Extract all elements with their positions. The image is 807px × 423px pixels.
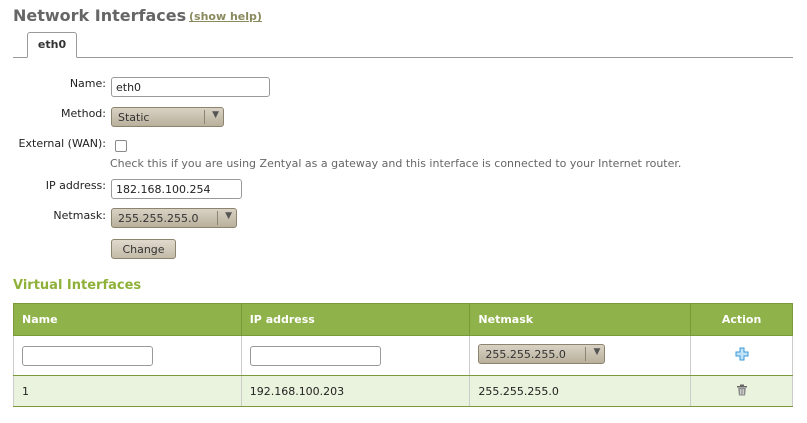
select-divider	[585, 347, 587, 361]
column-header-netmask: Netmask	[469, 303, 692, 336]
page-title: Network Interfaces	[13, 6, 187, 25]
row-ip-address-cell: 192.168.100.203	[240, 375, 471, 407]
column-header-action: Action	[690, 303, 793, 336]
add-icon[interactable]	[735, 347, 749, 364]
add-row-netmask-cell: 255.255.255.0 ▼	[469, 335, 692, 376]
netmask-selected-value: 255.255.255.0	[118, 212, 199, 225]
virtual-interfaces-title: Virtual Interfaces	[13, 278, 142, 293]
column-header-ip-address: IP address	[240, 303, 471, 336]
select-divider	[217, 211, 218, 225]
new-ip-address-field[interactable]	[249, 345, 381, 366]
method-select[interactable]: Static ▼	[111, 107, 224, 127]
show-help-link[interactable]: (show help)	[189, 10, 262, 23]
add-row: 255.255.255.0 ▼	[13, 335, 793, 376]
table-header-row: Name IP address Netmask Action	[13, 303, 793, 336]
add-row-name-cell	[13, 335, 242, 376]
external-wan-checkbox[interactable]	[115, 140, 127, 152]
method-label: Method:	[61, 107, 106, 120]
external-wan-hint: Check this if you are using Zentyal as a…	[110, 157, 682, 170]
row-name-cell: 1	[13, 375, 242, 407]
table-row: 1 192.168.100.203 255.255.255.0	[13, 375, 793, 407]
ip-address-field[interactable]	[111, 179, 242, 199]
tab-divider	[13, 57, 793, 58]
add-row-action-cell	[690, 335, 793, 376]
netmask-label: Netmask:	[53, 209, 106, 222]
name-field[interactable]	[111, 77, 270, 97]
select-divider	[204, 110, 205, 124]
trash-icon[interactable]	[736, 384, 748, 399]
chevron-down-icon: ▼	[225, 211, 232, 221]
change-button[interactable]: Change	[111, 239, 176, 259]
column-header-name: Name	[13, 303, 242, 336]
external-wan-label: External (WAN):	[18, 137, 106, 150]
row-action-cell	[690, 375, 793, 407]
chevron-down-icon: ▼	[593, 347, 601, 357]
new-netmask-selected-value: 255.255.255.0	[485, 348, 566, 361]
virtual-interfaces-table: Name IP address Netmask Action 255.255.2…	[13, 303, 793, 407]
add-row-ip-cell	[240, 335, 471, 376]
chevron-down-icon: ▼	[212, 110, 219, 120]
method-selected-value: Static	[118, 111, 150, 124]
name-label: Name:	[69, 77, 106, 90]
netmask-select[interactable]: 255.255.255.0 ▼	[111, 208, 237, 228]
tab-eth0[interactable]: eth0	[27, 32, 77, 58]
ip-address-label: IP address:	[45, 179, 106, 192]
new-netmask-select[interactable]: 255.255.255.0 ▼	[478, 344, 606, 364]
new-name-field[interactable]	[22, 345, 153, 366]
row-netmask-cell: 255.255.255.0	[469, 375, 692, 407]
